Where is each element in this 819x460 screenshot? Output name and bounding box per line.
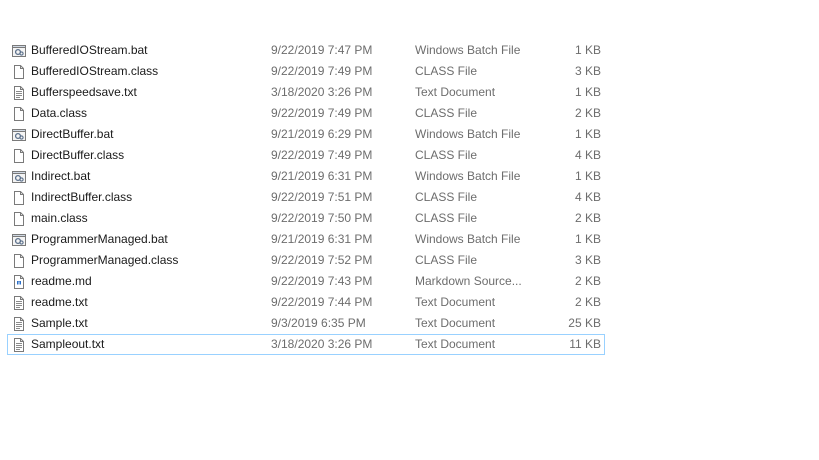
batch-file-icon (11, 232, 27, 248)
file-date-modified: 9/22/2019 7:52 PM (271, 253, 373, 267)
file-type: Windows Batch File (415, 232, 521, 246)
file-type: Windows Batch File (415, 169, 521, 183)
file-date-modified: 9/22/2019 7:50 PM (271, 211, 373, 225)
file-name: readme.md (31, 274, 92, 288)
file-row[interactable]: DirectBuffer.class 9/22/2019 7:49 PM CLA… (7, 145, 605, 166)
text-file-icon (11, 295, 27, 311)
file-date-modified: 9/22/2019 7:43 PM (271, 274, 373, 288)
file-row[interactable]: readme.md 9/22/2019 7:43 PM Markdown Sou… (7, 271, 605, 292)
file-size: 1 KB (574, 85, 601, 99)
file-size: 4 KB (574, 148, 601, 162)
file-date-modified: 9/22/2019 7:44 PM (271, 295, 373, 309)
batch-file-icon (11, 43, 27, 59)
file-size: 2 KB (574, 106, 601, 120)
file-size: 2 KB (574, 211, 601, 225)
file-date-modified: 3/18/2020 3:26 PM (271, 337, 373, 351)
file-date-modified: 9/22/2019 7:49 PM (271, 106, 373, 120)
text-file-icon (11, 337, 27, 353)
file-name: main.class (31, 211, 88, 225)
file-type: CLASS File (415, 253, 478, 267)
generic-file-icon (11, 64, 27, 80)
file-row[interactable]: Sampleout.txt 3/18/2020 3:26 PM Text Doc… (7, 334, 605, 355)
file-size: 4 KB (574, 190, 601, 204)
file-row[interactable]: ProgrammerManaged.class 9/22/2019 7:52 P… (7, 250, 605, 271)
batch-file-icon (11, 169, 27, 185)
generic-file-icon (11, 106, 27, 122)
file-size: 3 KB (574, 253, 601, 267)
file-type: CLASS File (415, 64, 478, 78)
file-size: 1 KB (574, 127, 601, 141)
file-type: Text Document (415, 85, 496, 99)
file-name: DirectBuffer.class (31, 148, 125, 162)
file-row[interactable]: main.class 9/22/2019 7:50 PM CLASS File … (7, 208, 605, 229)
generic-file-icon (11, 253, 27, 269)
file-type: Text Document (415, 316, 496, 330)
file-row[interactable]: Bufferspeedsave.txt 3/18/2020 3:26 PM Te… (7, 82, 605, 103)
file-size: 25 KB (568, 316, 601, 330)
file-name: Sample.txt (31, 316, 88, 330)
file-date-modified: 9/22/2019 7:51 PM (271, 190, 373, 204)
file-type: CLASS File (415, 106, 478, 120)
file-type: CLASS File (415, 211, 478, 225)
file-name: Data.class (31, 106, 88, 120)
file-size: 2 KB (574, 274, 601, 288)
file-size: 1 KB (574, 232, 601, 246)
file-type: Text Document (415, 295, 496, 309)
file-type: Markdown Source... (415, 274, 522, 288)
file-name: DirectBuffer.bat (31, 127, 114, 141)
file-row[interactable]: DirectBuffer.bat 9/21/2019 6:29 PM Windo… (7, 124, 605, 145)
file-row[interactable]: BufferedIOStream.class 9/22/2019 7:49 PM… (7, 61, 605, 82)
file-date-modified: 9/21/2019 6:31 PM (271, 169, 373, 183)
file-size: 2 KB (574, 295, 601, 309)
file-name: Bufferspeedsave.txt (31, 85, 137, 99)
file-row[interactable]: readme.txt 9/22/2019 7:44 PM Text Docume… (7, 292, 605, 313)
file-row[interactable]: Indirect.bat 9/21/2019 6:31 PM Windows B… (7, 166, 605, 187)
file-date-modified: 3/18/2020 3:26 PM (271, 85, 373, 99)
text-file-icon (11, 85, 27, 101)
file-type: Text Document (415, 337, 496, 351)
generic-file-icon (11, 190, 27, 206)
file-type: CLASS File (415, 190, 478, 204)
file-date-modified: 9/22/2019 7:47 PM (271, 43, 373, 57)
file-date-modified: 9/3/2019 6:35 PM (271, 316, 366, 330)
text-file-icon (11, 316, 27, 332)
markdown-file-icon (11, 274, 27, 290)
file-type: Windows Batch File (415, 43, 521, 57)
file-row[interactable]: BufferedIOStream.bat 9/22/2019 7:47 PM W… (7, 40, 605, 61)
file-name: readme.txt (31, 295, 88, 309)
file-row[interactable]: IndirectBuffer.class 9/22/2019 7:51 PM C… (7, 187, 605, 208)
file-size: 1 KB (574, 169, 601, 183)
file-row[interactable]: ProgrammerManaged.bat 9/21/2019 6:31 PM … (7, 229, 605, 250)
generic-file-icon (11, 148, 27, 164)
file-date-modified: 9/21/2019 6:29 PM (271, 127, 373, 141)
file-date-modified: 9/22/2019 7:49 PM (271, 148, 373, 162)
file-name: ProgrammerManaged.class (31, 253, 179, 267)
file-row[interactable]: Data.class 9/22/2019 7:49 PM CLASS File … (7, 103, 605, 124)
file-size: 3 KB (574, 64, 601, 78)
file-name: BufferedIOStream.bat (31, 43, 148, 57)
file-list: BufferedIOStream.bat 9/22/2019 7:47 PM W… (7, 40, 605, 355)
file-size: 1 KB (574, 43, 601, 57)
file-name: Sampleout.txt (31, 337, 105, 351)
file-name: IndirectBuffer.class (31, 190, 133, 204)
generic-file-icon (11, 211, 27, 227)
file-name: BufferedIOStream.class (31, 64, 159, 78)
file-name: Indirect.bat (31, 169, 91, 183)
file-date-modified: 9/22/2019 7:49 PM (271, 64, 373, 78)
file-name: ProgrammerManaged.bat (31, 232, 168, 246)
batch-file-icon (11, 127, 27, 143)
file-row[interactable]: Sample.txt 9/3/2019 6:35 PM Text Documen… (7, 313, 605, 334)
file-type: CLASS File (415, 148, 478, 162)
file-date-modified: 9/21/2019 6:31 PM (271, 232, 373, 246)
file-size: 11 KB (569, 337, 601, 351)
file-type: Windows Batch File (415, 127, 521, 141)
